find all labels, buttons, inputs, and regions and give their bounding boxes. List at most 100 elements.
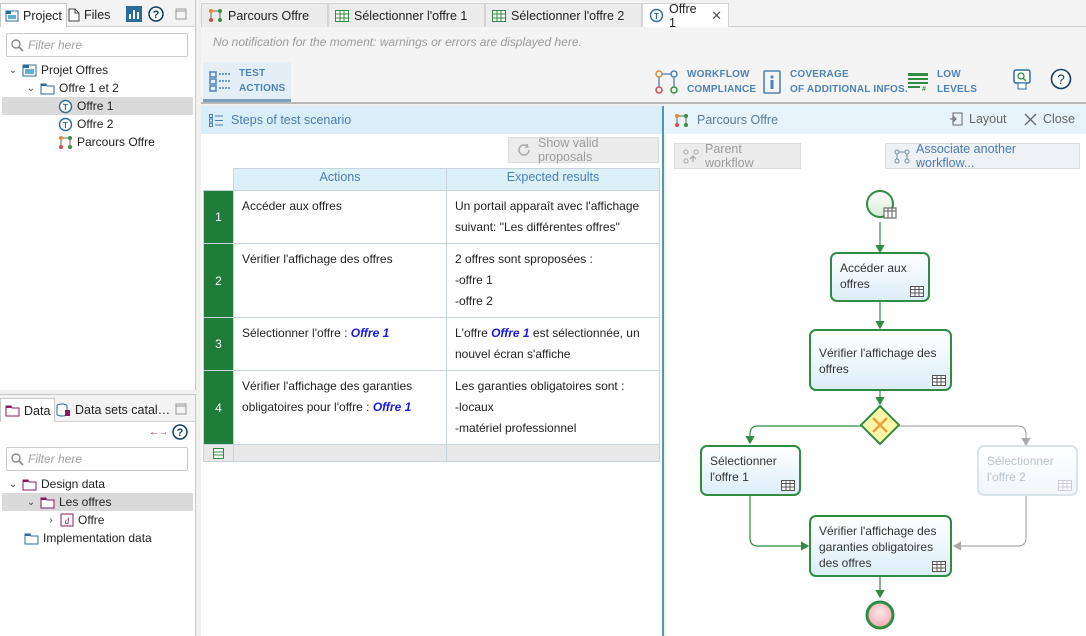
- step-number: 3: [203, 317, 234, 371]
- action-text: Sélectionner l'offre :: [242, 326, 351, 340]
- workflow-node-verifier-offres[interactable]: Vérifier l'affichage des offres: [809, 329, 952, 391]
- tree-item-offre-1[interactable]: T Offre 1: [2, 97, 193, 115]
- action-cell[interactable]: Vérifier l'affichage des garanties oblig…: [233, 370, 447, 445]
- data-filter-input[interactable]: [24, 451, 187, 467]
- database-icon: [56, 403, 71, 417]
- tab-files[interactable]: Files: [64, 3, 114, 27]
- workflow-node-selectionner-1[interactable]: Sélectionner l'offre 1: [700, 445, 801, 496]
- node-label-line: Sélectionner: [987, 454, 1054, 468]
- action-cell[interactable]: Accéder aux offres: [233, 190, 447, 244]
- project-filter-input[interactable]: [24, 37, 187, 53]
- expected-line: -offre 2: [455, 294, 493, 308]
- chevron-down-icon[interactable]: ⌄: [8, 65, 18, 76]
- tab-data-sets[interactable]: Data sets catal…: [52, 398, 174, 422]
- search-icon: [11, 452, 24, 466]
- project-filter-field[interactable]: [6, 33, 188, 57]
- node-label-line: garanties obligatoires: [819, 540, 934, 554]
- tree-item-design-data[interactable]: ⌄ Design data: [2, 475, 193, 493]
- mode-test-actions[interactable]: TEST ACTIONS: [203, 62, 292, 102]
- editor-tab-offre-1[interactable]: T Offre 1 ✕: [642, 2, 729, 30]
- start-event[interactable]: [866, 190, 900, 224]
- table-row-new[interactable]: [203, 444, 660, 462]
- table-icon: [781, 480, 795, 491]
- expected-line: -locaux: [455, 400, 494, 414]
- minimize-icon[interactable]: [172, 5, 190, 23]
- data-reference[interactable]: Offre 1: [351, 326, 389, 340]
- expected-text: est sélectionnée, un: [529, 326, 640, 340]
- expected-cell[interactable]: L'offre Offre 1 est sélectionnée, un nou…: [446, 317, 660, 371]
- expected-cell[interactable]: Les garanties obligatoires sont : -locau…: [446, 370, 660, 445]
- data-tabbar: Data Data sets catal…: [0, 395, 195, 422]
- action-cell[interactable]: Vérifier l'affichage des offres: [233, 243, 447, 318]
- chevron-down-icon[interactable]: ⌄: [26, 83, 36, 94]
- table-row[interactable]: 2 Vérifier l'affichage des offres 2 offr…: [203, 243, 660, 318]
- step-number: 1: [203, 190, 234, 244]
- exclusive-gateway[interactable]: [860, 405, 900, 445]
- new-row-cell[interactable]: [203, 444, 234, 462]
- expected-cell[interactable]: 2 offres sont sproposées : -offre 1 -off…: [446, 243, 660, 318]
- tree-item-parcours-offre[interactable]: Parcours Offre: [2, 133, 193, 151]
- chart-icon[interactable]: [125, 5, 143, 23]
- mode-coverage[interactable]: COVERAGE OF ADDITIONAL INFOS.: [756, 62, 914, 102]
- mode-line2: LEVELS: [937, 84, 978, 95]
- tab-data[interactable]: Data: [0, 398, 56, 422]
- tree-item-offre-2[interactable]: T Offre 2: [2, 115, 193, 133]
- col-header-expected: Expected results: [446, 168, 660, 191]
- expected-line: -matériel professionnel: [455, 421, 577, 435]
- end-event[interactable]: [864, 599, 896, 631]
- tree-item-projet-offres[interactable]: ⌄ Projet Offres: [2, 61, 193, 79]
- editor-tab-label: Sélectionner l'offre 1: [354, 8, 468, 23]
- add-row-icon[interactable]: [205, 447, 232, 459]
- tree-item-label: Offre 2: [77, 117, 114, 131]
- mode-workflow-compliance[interactable]: WORKFLOW COMPLIANCE: [649, 62, 762, 102]
- tree-item-les-offres[interactable]: ⌄ Les offres: [2, 493, 193, 511]
- project-icon: [22, 63, 37, 77]
- workflow-icon: [58, 135, 73, 150]
- tree-item-implementation-data[interactable]: Implementation data: [2, 529, 193, 547]
- tree-item-label: Offre 1: [77, 99, 114, 113]
- search-icon: [11, 38, 24, 52]
- link-arrows-icon[interactable]: ←→: [149, 424, 166, 438]
- tree-item-offre[interactable]: › d Offre: [2, 511, 193, 529]
- expected-cell[interactable]: Un portail apparaît avec l'affichage sui…: [446, 190, 660, 244]
- data-reference[interactable]: Offre 1: [491, 326, 529, 340]
- workflow-node-selectionner-2[interactable]: Sélectionner l'offre 2: [977, 445, 1078, 496]
- data-reference[interactable]: Offre 1: [373, 400, 411, 414]
- svg-text:T: T: [63, 103, 68, 112]
- table-row[interactable]: 3 Sélectionner l'offre : Offre 1 L'offre…: [203, 317, 660, 371]
- notification-bar: No notification for the moment: warnings…: [201, 27, 1086, 57]
- steps-table: Actions Expected results 1 Accéder aux o…: [203, 168, 660, 462]
- action-cell[interactable]: Sélectionner l'offre : Offre 1: [233, 317, 447, 371]
- data-filter-field[interactable]: [6, 447, 188, 471]
- empty-cell[interactable]: [446, 444, 660, 462]
- show-valid-proposals-button[interactable]: Show valid proposals: [508, 136, 659, 164]
- step-number: 2: [203, 243, 234, 318]
- tab-project[interactable]: Project: [0, 3, 67, 27]
- empty-cell[interactable]: [233, 444, 447, 462]
- editor-tab-selectionner-2[interactable]: Sélectionner l'offre 2: [485, 3, 642, 27]
- editor-tab-selectionner-1[interactable]: Sélectionner l'offre 1: [328, 3, 485, 27]
- search-workflow-icon[interactable]: [1012, 68, 1036, 92]
- chevron-down-icon[interactable]: ⌄: [8, 479, 18, 490]
- mode-label: LOW LEVELS: [937, 67, 977, 97]
- editor-tabbar: Parcours Offre Sélectionner l'offre 1 Sé…: [201, 0, 1086, 30]
- workflow-node-acceder-offres[interactable]: Accéder aux offres: [830, 252, 930, 302]
- workflow-node-verifier-garanties[interactable]: Vérifier l'affichage des garanties oblig…: [809, 515, 952, 577]
- mode-low-levels[interactable]: # LOW LEVELS: [901, 62, 983, 102]
- help-icon[interactable]: ?: [147, 5, 165, 23]
- help-icon[interactable]: ?: [172, 424, 188, 440]
- help-icon[interactable]: ?: [1050, 68, 1072, 90]
- table-row[interactable]: 1 Accéder aux offres Un portail apparaît…: [203, 190, 660, 244]
- editor-tab-parcours-offre[interactable]: Parcours Offre: [201, 3, 328, 27]
- mode-line1: WORKFLOW: [687, 69, 750, 80]
- steps-panel-title: Steps of test scenario: [231, 113, 352, 127]
- table-row[interactable]: 4 Vérifier l'affichage des garanties obl…: [203, 370, 660, 445]
- minimize-icon[interactable]: [172, 400, 190, 418]
- chevron-right-icon[interactable]: ›: [46, 515, 56, 526]
- list-icon: [209, 113, 223, 127]
- project-tabbar: Project Files ?: [0, 0, 195, 27]
- close-icon[interactable]: ✕: [711, 8, 722, 24]
- tree-item-offre-1-et-2[interactable]: ⌄ Offre 1 et 2: [2, 79, 193, 97]
- steps-panel-header: Steps of test scenario: [201, 106, 662, 134]
- chevron-down-icon[interactable]: ⌄: [26, 497, 36, 508]
